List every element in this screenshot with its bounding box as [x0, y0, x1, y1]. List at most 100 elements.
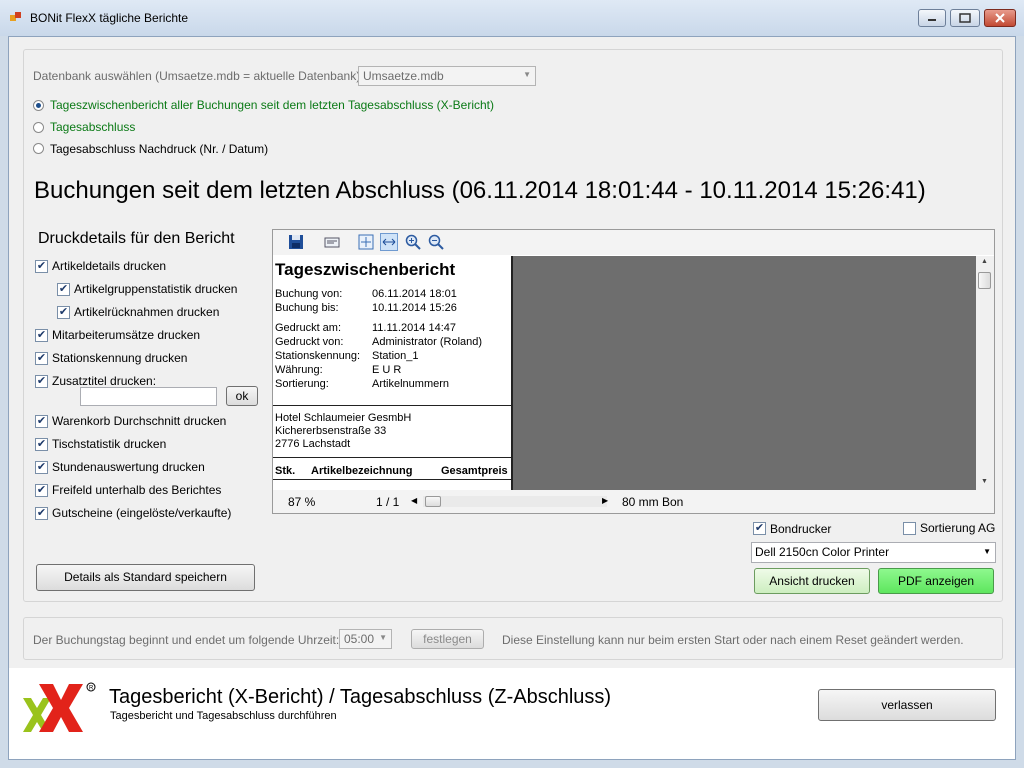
- maximize-button[interactable]: [950, 9, 980, 27]
- checkbox-gutscheine[interactable]: ✔: [35, 507, 48, 520]
- details-title: Druckdetails für den Bericht: [38, 230, 235, 247]
- report-divider: [273, 479, 511, 480]
- checkbox-freifeld-label[interactable]: Freifeld unterhalb des Berichtes: [52, 483, 221, 497]
- report-line-label: Gedruckt von:: [275, 336, 344, 348]
- checkbox-stationskennung-label[interactable]: Stationskennung drucken: [52, 351, 187, 365]
- daystart-time-value: 05:00: [344, 632, 375, 646]
- svg-text:R: R: [89, 686, 94, 692]
- zusatztitel-input[interactable]: [80, 387, 217, 406]
- report-table-header: Artikelbezeichnung: [311, 465, 413, 477]
- paper-size: 80 mm Bon: [622, 495, 684, 509]
- chevron-down-icon: ▼: [379, 633, 387, 642]
- daystart-time-select[interactable]: 05:00 ▼: [339, 629, 392, 649]
- checkbox-artikelgruppenstatistik[interactable]: ✔: [57, 283, 70, 296]
- radio-nachdruck[interactable]: [33, 143, 44, 154]
- checkbox-bondrucker[interactable]: ✔: [753, 522, 766, 535]
- scroll-up-icon[interactable]: ▲: [981, 258, 988, 265]
- footer-title: Tagesbericht (X-Bericht) / Tagesabschlus…: [109, 686, 612, 708]
- report-line-label: Buchung bis:: [275, 302, 339, 314]
- report-divider: [273, 457, 511, 458]
- close-icon: [995, 13, 1005, 23]
- radio-nachdruck-label[interactable]: Tagesabschluss Nachdruck (Nr. / Datum): [50, 142, 268, 156]
- checkbox-tischstatistik[interactable]: ✔: [35, 438, 48, 451]
- fit-width-icon[interactable]: [380, 233, 398, 251]
- app-icon: [10, 12, 21, 21]
- scroll-thumb[interactable]: [978, 272, 991, 289]
- zoom-out-icon[interactable]: [428, 234, 444, 250]
- checkbox-artikelruecknahmen[interactable]: ✔: [57, 306, 70, 319]
- report-address-line: Kichererbsenstraße 33: [275, 425, 387, 437]
- maximize-icon: [959, 13, 971, 23]
- checkbox-artikeldetails[interactable]: ✔: [35, 260, 48, 273]
- window-title: BONit FlexX tägliche Berichte: [30, 11, 189, 25]
- checkbox-artikelgruppenstatistik-label[interactable]: Artikelgruppenstatistik drucken: [74, 282, 237, 296]
- scroll-right-icon[interactable]: ▶: [602, 496, 608, 505]
- scroll-left-icon[interactable]: ◀: [411, 496, 417, 505]
- footer-banner: R Tagesbericht (X-Bericht) / Tagesabschl…: [9, 668, 1015, 759]
- report-line-value: Administrator (Roland): [372, 336, 483, 348]
- checkbox-artikeldetails-label[interactable]: Artikeldetails drucken: [52, 259, 166, 273]
- checkbox-warenkorb[interactable]: ✔: [35, 415, 48, 428]
- save-defaults-button[interactable]: Details als Standard speichern: [36, 564, 255, 591]
- database-select[interactable]: Umsaetze.mdb ▼: [358, 66, 536, 86]
- ok-button[interactable]: ok: [226, 386, 258, 406]
- radio-tagesabschluss[interactable]: [33, 122, 44, 133]
- checkbox-stationskennung[interactable]: ✔: [35, 352, 48, 365]
- checkbox-artikelruecknahmen-label[interactable]: Artikelrücknahmen drucken: [74, 305, 219, 319]
- exit-button[interactable]: verlassen: [818, 689, 996, 721]
- checkbox-sortierung-ag-label[interactable]: Sortierung AG: [920, 521, 995, 535]
- checkbox-sortierung-ag[interactable]: [903, 522, 916, 535]
- zoom-level: 87 %: [288, 495, 316, 509]
- print-view-button[interactable]: Ansicht drucken: [754, 568, 870, 594]
- database-label: Datenbank auswählen (Umsaetze.mdb = aktu…: [33, 69, 364, 83]
- checkbox-gutscheine-label[interactable]: Gutscheine (eingelöste/verkaufte): [52, 506, 231, 520]
- checkbox-warenkorb-label[interactable]: Warenkorb Durchschnitt drucken: [52, 414, 226, 428]
- checkbox-stundenauswertung-label[interactable]: Stundenauswertung drucken: [52, 460, 205, 474]
- checkbox-zusatztitel[interactable]: ✔: [35, 375, 48, 388]
- report-line-label: Stationskennung:: [275, 350, 361, 362]
- radio-tagesabschluss-label[interactable]: Tagesabschluss: [50, 120, 135, 134]
- report-table-header: Stk.: [275, 465, 296, 477]
- chevron-down-icon: ▼: [523, 70, 531, 79]
- scroll-down-icon[interactable]: ▼: [981, 478, 988, 485]
- report-address-line: Hotel Schlaumeier GesmbH: [275, 412, 412, 424]
- printer-select[interactable]: Dell 2150cn Color Printer ▼: [751, 542, 996, 563]
- database-select-value: Umsaetze.mdb: [363, 69, 444, 83]
- radio-x-bericht[interactable]: [33, 100, 44, 111]
- fit-page-icon[interactable]: [358, 234, 374, 250]
- checkbox-freifeld[interactable]: ✔: [35, 484, 48, 497]
- show-pdf-button[interactable]: PDF anzeigen: [878, 568, 994, 594]
- report-line-value: Station_1: [372, 350, 419, 362]
- checkbox-zusatztitel-label[interactable]: Zusatztitel drucken:: [52, 374, 156, 388]
- set-time-button[interactable]: festlegen: [411, 629, 484, 649]
- minimize-icon: [928, 19, 936, 21]
- report-divider: [273, 405, 511, 406]
- report-line-value: Artikelnummern: [372, 378, 450, 390]
- horizontal-scrollbar[interactable]: [423, 496, 607, 507]
- radio-x-bericht-label[interactable]: Tageszwischenbericht aller Buchungen sei…: [50, 98, 494, 112]
- bonit-logo-icon: R: [23, 682, 96, 732]
- report-preview: Tageszwischenbericht Buchung von: 06.11.…: [272, 229, 995, 514]
- email-icon[interactable]: [323, 234, 341, 250]
- checkbox-bondrucker-label[interactable]: Bondrucker: [770, 522, 831, 536]
- minimize-button[interactable]: [918, 9, 946, 27]
- report-line-label: Gedruckt am:: [275, 322, 342, 334]
- report-line-value: 06.11.2014 18:01: [372, 288, 457, 300]
- vertical-scrollbar[interactable]: ▲ ▼: [976, 256, 994, 490]
- save-icon[interactable]: [288, 234, 304, 250]
- checkbox-tischstatistik-label[interactable]: Tischstatistik drucken: [52, 437, 166, 451]
- checkbox-stundenauswertung[interactable]: ✔: [35, 461, 48, 474]
- zoom-in-icon[interactable]: [405, 234, 421, 250]
- daystart-note: Diese Einstellung kann nur beim ersten S…: [502, 633, 964, 647]
- preview-background: [513, 256, 976, 490]
- checkbox-mitarbeiterumsaetze-label[interactable]: Mitarbeiterumsätze drucken: [52, 328, 200, 342]
- preview-statusbar: 87 % 1 / 1 ◀ ▶ 80 mm Bon: [273, 490, 994, 513]
- report-line-label: Währung:: [275, 364, 323, 376]
- chevron-down-icon: ▼: [983, 547, 991, 556]
- page-number: 1 / 1: [376, 495, 400, 509]
- close-button[interactable]: [984, 9, 1016, 27]
- horizontal-scroll-thumb[interactable]: [425, 496, 441, 507]
- report-title: Tageszwischenbericht: [275, 260, 456, 279]
- report-line-value: E U R: [372, 364, 402, 376]
- checkbox-mitarbeiterumsaetze[interactable]: ✔: [35, 329, 48, 342]
